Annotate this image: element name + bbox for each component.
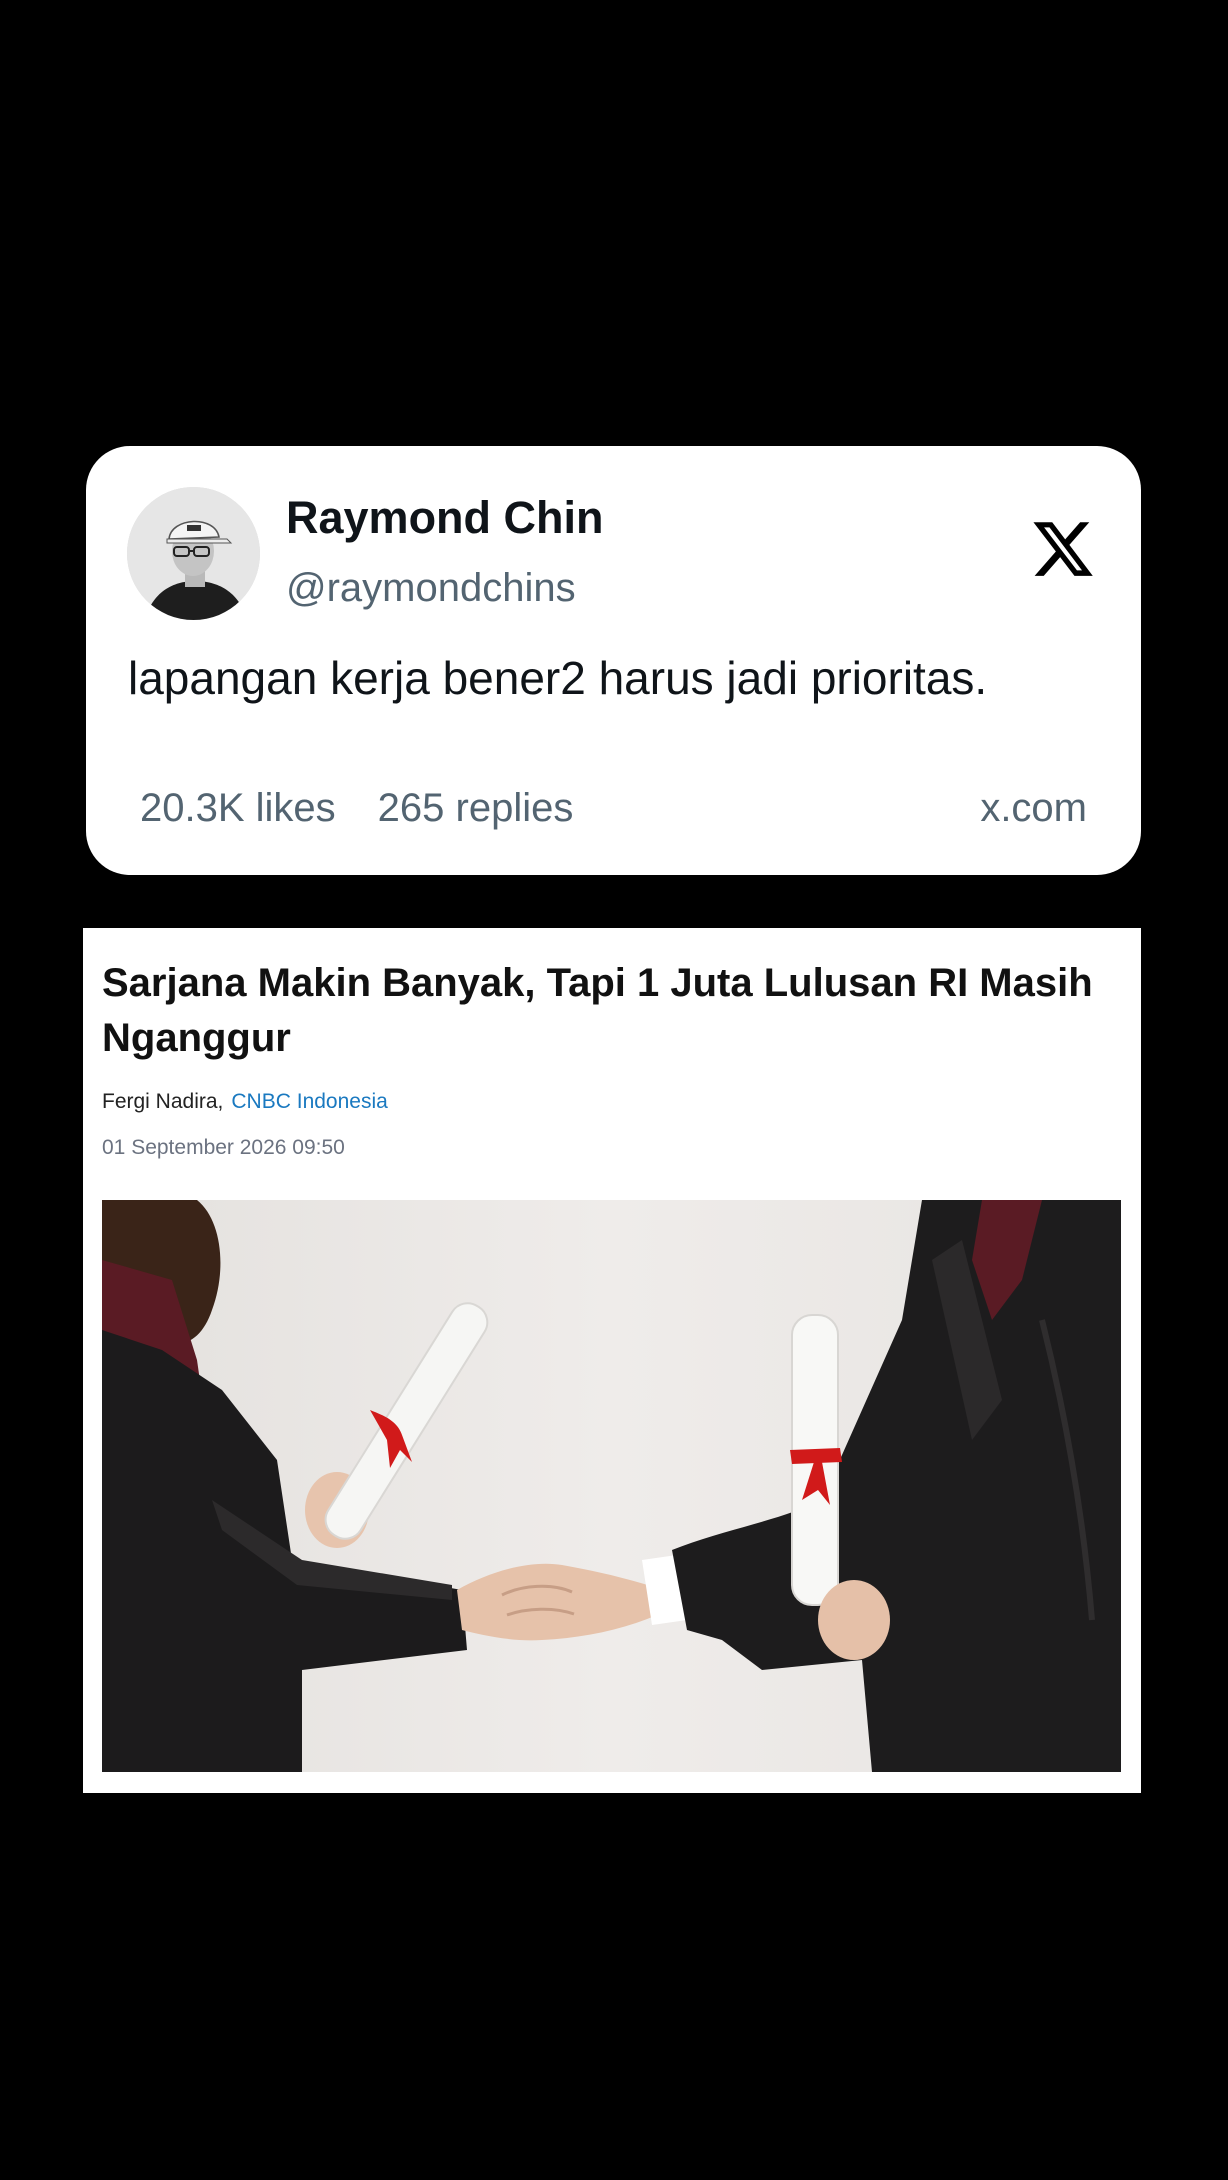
tweet-footer: 20.3K likes 265 replies x.com bbox=[140, 786, 1087, 831]
article-headline[interactable]: Sarjana Makin Banyak, Tapi 1 Juta Lulusa… bbox=[102, 956, 1112, 1066]
source-domain[interactable]: x.com bbox=[980, 786, 1087, 831]
article-author: Fergi Nadira, bbox=[102, 1090, 224, 1113]
author-name[interactable]: Raymond Chin bbox=[286, 492, 604, 544]
x-logo-icon[interactable] bbox=[1030, 516, 1096, 582]
article-byline: Fergi Nadira, CNBC Indonesia bbox=[102, 1090, 388, 1114]
avatar[interactable] bbox=[127, 487, 260, 620]
author-handle[interactable]: @raymondchins bbox=[286, 566, 576, 611]
replies-count[interactable]: 265 replies bbox=[378, 786, 574, 831]
article-date: 01 September 2026 09:50 bbox=[102, 1136, 345, 1159]
article-source-link[interactable]: CNBC Indonesia bbox=[231, 1090, 387, 1113]
screenshot-canvas: Raymond Chin @raymondchins lapangan kerj… bbox=[0, 0, 1228, 2180]
tweet-text: lapangan kerja bener2 harus jadi priorit… bbox=[128, 652, 988, 704]
tweet-card[interactable]: Raymond Chin @raymondchins lapangan kerj… bbox=[86, 446, 1141, 875]
likes-count[interactable]: 20.3K likes bbox=[140, 786, 336, 831]
article-card[interactable]: Sarjana Makin Banyak, Tapi 1 Juta Lulusa… bbox=[83, 928, 1141, 1793]
article-photo bbox=[102, 1200, 1121, 1772]
